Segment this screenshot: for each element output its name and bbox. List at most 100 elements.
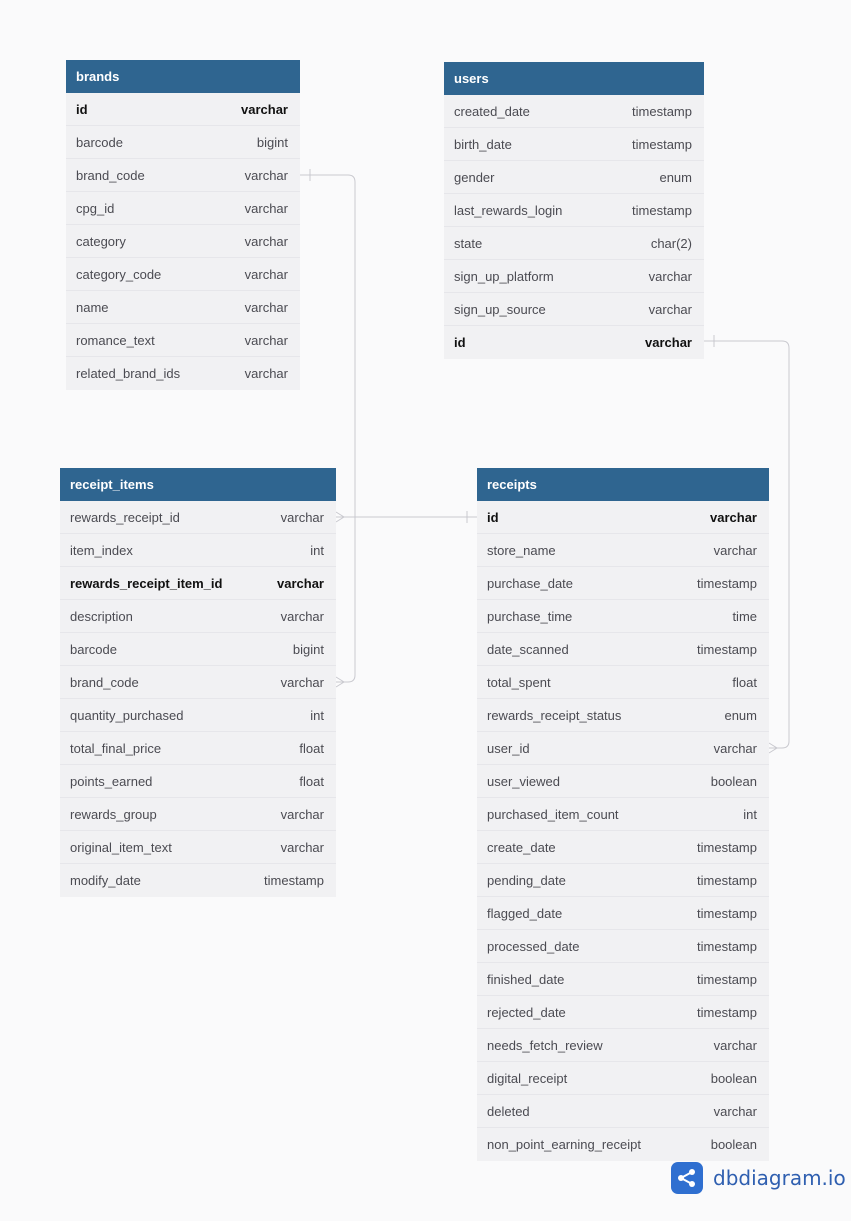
field-name: brand_code [76,167,145,183]
table-receipt-items[interactable]: receipt_items rewards_receipt_id varchar it… [60,468,336,897]
field-type: int [310,707,324,723]
field-type: varchar [280,509,324,525]
field-row[interactable]: birth_date timestamp [444,128,704,161]
field-row[interactable]: purchase_date timestamp [477,567,769,600]
field-row[interactable]: purchase_time time [477,600,769,633]
field-name: rewards_receipt_status [487,707,622,723]
field-row[interactable]: needs_fetch_review varchar [477,1029,769,1062]
field-row[interactable]: points_earned float [60,765,336,798]
field-row[interactable]: flagged_date timestamp [477,897,769,930]
field-row[interactable]: rejected_date timestamp [477,996,769,1029]
field-row[interactable]: brand_code varchar [66,159,300,192]
field-type: timestamp [632,136,692,152]
field-name: barcode [70,641,117,657]
field-row[interactable]: category varchar [66,225,300,258]
field-type: int [743,806,757,822]
field-name: purchase_time [487,608,573,624]
field-row[interactable]: rewards_receipt_id varchar [60,501,336,534]
field-row[interactable]: name varchar [66,291,300,324]
field-name: processed_date [487,938,580,954]
field-name: gender [454,169,495,185]
field-row[interactable]: rewards_receipt_item_id varchar [60,567,336,600]
field-row[interactable]: store_name varchar [477,534,769,567]
table-header[interactable]: users [444,62,704,95]
field-name: sign_up_platform [454,268,554,284]
field-row[interactable]: create_date timestamp [477,831,769,864]
field-row[interactable]: rewards_receipt_status enum [477,699,769,732]
field-type: varchar [713,542,757,558]
field-row[interactable]: non_point_earning_receipt boolean [477,1128,769,1161]
table-receipts[interactable]: receipts id varchar store_name varchar purcha… [477,468,769,1161]
field-row[interactable]: digital_receipt boolean [477,1062,769,1095]
field-name: cpg_id [76,200,115,216]
field-row[interactable]: last_rewards_login timestamp [444,194,704,227]
field-row[interactable]: sign_up_platform varchar [444,260,704,293]
field-type: varchar [244,266,288,282]
field-name: romance_text [76,332,155,348]
field-type: varchar [241,101,288,117]
field-row[interactable]: created_date timestamp [444,95,704,128]
field-row[interactable]: id varchar [444,326,704,359]
table-header[interactable]: receipts [477,468,769,501]
field-type: boolean [710,1070,757,1086]
field-row[interactable]: pending_date timestamp [477,864,769,897]
field-name: state [454,235,483,251]
field-row[interactable]: barcode bigint [66,126,300,159]
table-users[interactable]: users created_date timestamp birth_date time… [444,62,704,359]
field-row[interactable]: brand_code varchar [60,666,336,699]
field-row[interactable]: processed_date timestamp [477,930,769,963]
field-type: varchar [280,608,324,624]
field-row[interactable]: romance_text varchar [66,324,300,357]
field-type: varchar [277,575,324,591]
field-name: user_id [487,740,530,756]
field-type: varchar [280,674,324,690]
field-row[interactable]: id varchar [477,501,769,534]
field-name: modify_date [70,873,141,888]
field-row[interactable]: total_final_price float [60,732,336,765]
field-name: name [76,299,109,315]
field-type: timestamp [697,971,757,987]
logo-text: dbdiagram.io [713,1166,846,1190]
field-row[interactable]: cpg_id varchar [66,192,300,225]
field-name: id [487,509,499,525]
field-row[interactable]: original_item_text varchar [60,831,336,864]
field-name: total_spent [487,674,551,690]
field-name: brand_code [70,674,139,690]
field-name: id [76,101,88,117]
field-type: timestamp [697,839,757,855]
table-header[interactable]: brands [66,60,300,93]
field-row[interactable]: user_id varchar [477,732,769,765]
field-type: timestamp [697,575,757,591]
field-type: bigint [292,641,324,657]
field-row[interactable]: barcode bigint [60,633,336,666]
field-row[interactable]: category_code varchar [66,258,300,291]
field-row[interactable]: gender enum [444,161,704,194]
table-header[interactable]: receipt_items [60,468,336,501]
field-row[interactable]: state char(2) [444,227,704,260]
field-row[interactable]: deleted varchar [477,1095,769,1128]
field-type: enum [659,169,692,185]
field-row[interactable]: date_scanned timestamp [477,633,769,666]
field-type: int [310,542,324,558]
field-row[interactable]: sign_up_source varchar [444,293,704,326]
field-row[interactable]: related_brand_ids varchar [66,357,300,390]
field-row[interactable]: finished_date timestamp [477,963,769,996]
field-row[interactable]: quantity_purchased int [60,699,336,732]
field-row[interactable]: id varchar [66,93,300,126]
field-type: time [732,608,757,624]
field-type: float [299,740,324,756]
dbdiagram-logo[interactable]: dbdiagram.io [671,1161,846,1195]
share-nodes-icon [671,1162,703,1194]
field-type: timestamp [697,938,757,954]
table-brands[interactable]: brands id varchar barcode bigint brand_code va… [66,60,300,390]
field-row[interactable]: rewards_group varchar [60,798,336,831]
field-row[interactable]: user_viewed boolean [477,765,769,798]
field-name: item_index [70,542,133,558]
field-type: timestamp [697,1004,757,1020]
field-row[interactable]: description varchar [60,600,336,633]
field-type: varchar [280,839,324,855]
field-row[interactable]: item_index int [60,534,336,567]
field-row[interactable]: total_spent float [477,666,769,699]
field-row[interactable]: purchased_item_count int [477,798,769,831]
field-row[interactable]: modify_date timestamp [60,864,336,897]
